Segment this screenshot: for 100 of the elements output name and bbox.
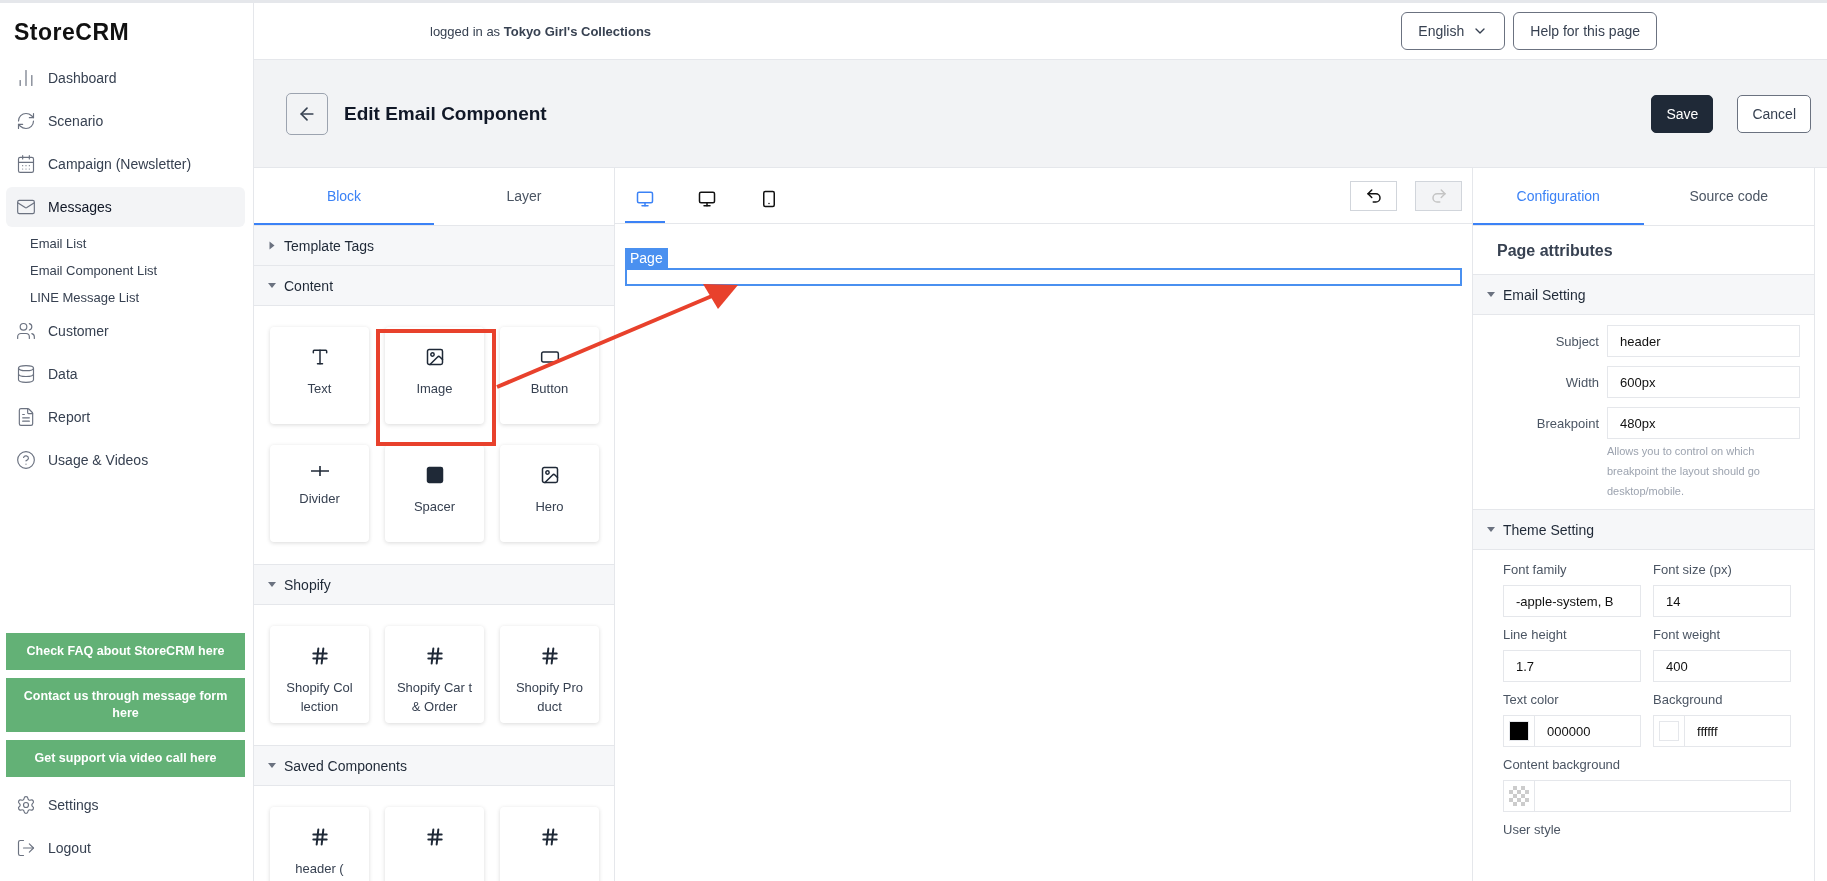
nav-item[interactable]: Data bbox=[6, 354, 245, 394]
section-title: Theme Setting bbox=[1503, 521, 1595, 538]
nav-item[interactable]: Campaign (Newsletter) bbox=[6, 144, 245, 184]
nav-subitem[interactable]: LINE Message List bbox=[6, 284, 245, 311]
input-field[interactable]: 000000 bbox=[1535, 715, 1641, 747]
save-button[interactable]: Save bbox=[1651, 94, 1714, 133]
field-label: Content background bbox=[1503, 757, 1622, 772]
section-title: Shopify bbox=[284, 576, 331, 593]
section-title: Email Setting bbox=[1503, 286, 1586, 303]
section-header[interactable]: Template Tags bbox=[254, 226, 614, 266]
database-icon bbox=[16, 364, 36, 384]
block-card[interactable]: Divider bbox=[270, 445, 369, 542]
input-field[interactable]: 1.7 bbox=[1503, 650, 1641, 682]
section-header[interactable]: Saved Components bbox=[254, 746, 614, 786]
panel-tab[interactable]: Source code bbox=[1643, 168, 1814, 225]
redo-icon bbox=[1429, 186, 1448, 205]
block-card[interactable]: Spacer bbox=[385, 445, 484, 542]
input-field[interactable]: 480px bbox=[1607, 407, 1800, 439]
picture-icon bbox=[424, 347, 445, 367]
field-label: Text color bbox=[1503, 692, 1560, 707]
document-icon bbox=[16, 407, 36, 427]
field-label: Subject bbox=[1554, 333, 1599, 349]
color-picker-button[interactable] bbox=[1503, 715, 1535, 747]
field-label: Font weight bbox=[1653, 627, 1722, 642]
field-label: Breakpoint bbox=[1535, 415, 1599, 431]
block-card[interactable]: Text bbox=[270, 327, 369, 424]
page-label: Page bbox=[625, 248, 668, 268]
input-field[interactable]: -apple-system, B bbox=[1503, 585, 1641, 617]
phone-icon bbox=[760, 189, 778, 208]
input-field[interactable]: 400 bbox=[1653, 650, 1791, 682]
hash-icon bbox=[424, 827, 445, 847]
settings-icon bbox=[16, 795, 36, 815]
nav-item[interactable]: Usage & Videos bbox=[6, 440, 245, 480]
panel-tab[interactable]: Layer bbox=[434, 168, 614, 225]
hash-icon bbox=[309, 646, 330, 666]
field-hint: Allows you to control on which breakpoint the layout should go desktop/mobile. bbox=[1607, 444, 1761, 499]
hash-icon bbox=[309, 827, 330, 847]
calendar-icon bbox=[16, 154, 36, 174]
block-card[interactable]: Hero bbox=[500, 445, 599, 542]
section-header[interactable]: Email Setting bbox=[1473, 275, 1814, 315]
undo-icon bbox=[1364, 186, 1383, 205]
brand-logo[interactable]: StoreCRM bbox=[6, 9, 245, 58]
panel-tab[interactable]: Configuration bbox=[1473, 168, 1644, 225]
section-header[interactable]: Theme Setting bbox=[1473, 510, 1814, 550]
account-text: logged in as Tokyo Girl's Collections bbox=[430, 23, 653, 39]
block-card[interactable]: Shopify Col lection bbox=[270, 626, 369, 723]
users-icon bbox=[16, 321, 36, 341]
back-button[interactable] bbox=[286, 92, 328, 135]
input-field[interactable]: 600px bbox=[1607, 366, 1800, 398]
input-field[interactable]: ffffff bbox=[1685, 715, 1791, 747]
help-icon bbox=[16, 450, 36, 470]
nav-item[interactable]: Report bbox=[6, 397, 245, 437]
input-field[interactable] bbox=[1535, 780, 1791, 812]
input-field[interactable]: 14 bbox=[1653, 585, 1791, 617]
field-label: Line height bbox=[1503, 627, 1568, 642]
field-label: Font size (px) bbox=[1653, 562, 1733, 577]
color-swatch[interactable] bbox=[1509, 721, 1529, 741]
monitor-icon bbox=[698, 189, 716, 208]
language-select[interactable]: English bbox=[1401, 12, 1506, 50]
mail-icon bbox=[16, 197, 36, 217]
cancel-button[interactable]: Cancel bbox=[1737, 94, 1811, 133]
field-label: Background bbox=[1653, 692, 1724, 707]
field-label: Width bbox=[1564, 374, 1599, 390]
nav-item[interactable]: Customer bbox=[6, 311, 245, 351]
field-label: Font family bbox=[1503, 562, 1568, 577]
hash-icon bbox=[539, 646, 560, 666]
section-header[interactable]: Shopify bbox=[254, 565, 614, 605]
hash-icon bbox=[539, 827, 560, 847]
block-card[interactable]: Shopify Pro duct bbox=[500, 626, 599, 723]
nav-item[interactable]: Messages bbox=[6, 187, 245, 227]
divider-icon bbox=[309, 465, 330, 477]
field-label: User style bbox=[1503, 822, 1562, 837]
logout-icon bbox=[16, 838, 36, 858]
nav-item[interactable]: Settings bbox=[6, 785, 245, 825]
undo-button[interactable] bbox=[1350, 180, 1397, 211]
color-picker-button[interactable] bbox=[1503, 780, 1535, 812]
hash-icon bbox=[424, 646, 445, 666]
color-picker-button[interactable] bbox=[1653, 715, 1685, 747]
block-card[interactable]: Button bbox=[500, 327, 599, 424]
block-card[interactable]: header ( bbox=[270, 807, 369, 881]
nav-subitem[interactable]: Email Component List bbox=[6, 257, 245, 284]
page-title: Edit Email Component bbox=[344, 102, 548, 125]
monitor-icon bbox=[636, 189, 654, 208]
square-icon bbox=[424, 465, 445, 485]
help-button[interactable]: Help for this page bbox=[1513, 12, 1657, 50]
nav-item[interactable]: Scenario bbox=[6, 101, 245, 141]
color-swatch[interactable] bbox=[1659, 721, 1679, 741]
nav-item[interactable]: Dashboard bbox=[6, 58, 245, 98]
nav-subitem[interactable]: Email List bbox=[6, 230, 245, 257]
block-card[interactable]: Shopify Car t & Order bbox=[385, 626, 484, 723]
refresh-icon bbox=[16, 111, 36, 131]
page-frame[interactable] bbox=[625, 268, 1462, 286]
block-card[interactable]: Image bbox=[385, 327, 484, 424]
section-title: Content bbox=[284, 277, 334, 294]
nav-item[interactable]: Logout bbox=[6, 828, 245, 868]
picture-icon bbox=[539, 465, 560, 485]
section-header[interactable]: Content bbox=[254, 266, 614, 306]
section-title: Template Tags bbox=[284, 237, 374, 254]
input-field[interactable]: header bbox=[1607, 325, 1800, 357]
section-title: Saved Components bbox=[284, 757, 407, 774]
